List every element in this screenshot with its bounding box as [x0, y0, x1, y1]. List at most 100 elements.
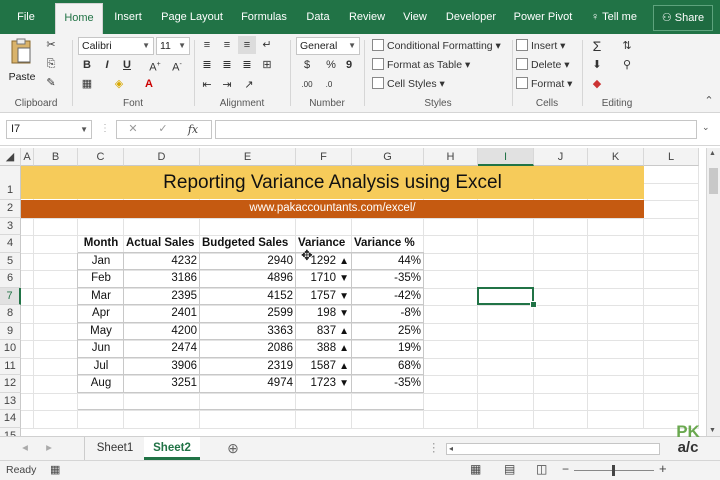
increase-indent-icon[interactable]: ⇥: [218, 76, 236, 94]
borders-icon[interactable]: ▦: [78, 75, 96, 93]
number-format-combo[interactable]: General ▼: [296, 37, 360, 55]
column-header-h[interactable]: H: [424, 148, 478, 166]
expand-formula-icon[interactable]: ⌄: [702, 122, 710, 133]
currency-button[interactable]: $: [298, 56, 316, 74]
tab-developer[interactable]: Developer: [442, 0, 500, 34]
budgeted-sales-cell[interactable]: 4974: [200, 375, 296, 393]
variance-pct-cell[interactable]: -35%: [352, 375, 424, 393]
actual-sales-cell[interactable]: 3906: [124, 358, 200, 376]
next-sheet-icon[interactable]: ▸: [40, 437, 58, 460]
active-cell-selection[interactable]: [477, 286, 534, 305]
row-header-1[interactable]: 1: [0, 166, 21, 200]
zoom-in-button[interactable]: +: [659, 461, 667, 476]
formula-input[interactable]: [215, 120, 697, 139]
month-cell[interactable]: Mar: [78, 288, 124, 306]
orientation-icon[interactable]: ↗: [240, 76, 258, 94]
variance-cell[interactable]: 1587 ▲: [296, 358, 352, 376]
tab-insert[interactable]: Insert: [108, 0, 148, 34]
paste-button[interactable]: Paste: [8, 38, 36, 90]
insert-cells-button[interactable]: Insert ▾: [516, 37, 565, 55]
row-header-8[interactable]: 8: [0, 305, 21, 323]
horizontal-scrollbar[interactable]: ◂: [446, 443, 660, 455]
column-header-f[interactable]: F: [296, 148, 352, 166]
normal-view-icon[interactable]: ▦: [470, 462, 481, 476]
actual-sales-cell[interactable]: 4200: [124, 323, 200, 341]
fill-icon[interactable]: ⬇: [588, 56, 606, 74]
font-size-combo[interactable]: 11 ▼: [156, 37, 190, 55]
tab-view[interactable]: View: [396, 0, 434, 34]
percent-button[interactable]: %: [322, 56, 340, 74]
increase-decimal-icon[interactable]: .00: [298, 76, 316, 94]
month-cell[interactable]: May: [78, 323, 124, 341]
align-middle-icon[interactable]: ≡: [218, 36, 236, 54]
tab-page-layout[interactable]: Page Layout: [158, 0, 226, 34]
variance-pct-cell[interactable]: -8%: [352, 305, 424, 323]
share-button[interactable]: ⚇ Share: [653, 5, 713, 31]
align-left-icon[interactable]: ≣: [198, 56, 216, 74]
row-header-12[interactable]: 12: [0, 375, 21, 393]
worksheet-grid[interactable]: ◢ A B C D E F G H I J K L 1 2 3 4 5 6 7 8 9 10 11 12 13 14 15 Repor…: [0, 148, 706, 436]
format-as-table-button[interactable]: Format as Table ▾: [372, 56, 470, 74]
delete-cells-button[interactable]: Delete ▾: [516, 56, 570, 74]
vertical-scrollbar[interactable]: ▲ ▼: [706, 148, 720, 436]
wrap-text-icon[interactable]: ↵: [258, 36, 276, 54]
variance-cell[interactable]: 1710 ▼: [296, 270, 352, 288]
tell-me-box[interactable]: ♀ Tell me: [586, 0, 642, 34]
decrease-decimal-icon[interactable]: .0: [320, 76, 338, 94]
find-select-icon[interactable]: ⚲: [618, 56, 636, 74]
sheet-tab-sheet2[interactable]: Sheet2: [144, 437, 200, 460]
scroll-thumb[interactable]: [709, 168, 718, 194]
table-header-cell[interactable]: Variance %: [352, 235, 424, 253]
row-header-5[interactable]: 5: [0, 252, 21, 270]
cut-icon[interactable]: ✂: [42, 36, 60, 54]
column-header-d[interactable]: D: [124, 148, 200, 166]
zoom-slider-thumb[interactable]: [612, 465, 615, 476]
underline-button[interactable]: U: [118, 56, 136, 74]
cancel-icon[interactable]: ✕: [121, 121, 145, 138]
tab-file[interactable]: File: [6, 0, 46, 34]
italic-button[interactable]: I: [98, 56, 116, 74]
row-header-3[interactable]: 3: [0, 217, 21, 235]
column-header-b[interactable]: B: [34, 148, 78, 166]
zoom-out-button[interactable]: −: [562, 462, 569, 476]
variance-cell[interactable]: 1723 ▼: [296, 375, 352, 393]
variance-pct-cell[interactable]: 19%: [352, 340, 424, 358]
budgeted-sales-cell[interactable]: 4896: [200, 270, 296, 288]
budgeted-sales-cell[interactable]: 3363: [200, 323, 296, 341]
actual-sales-cell[interactable]: 2401: [124, 305, 200, 323]
align-center-icon[interactable]: ≣: [218, 56, 236, 74]
tab-home[interactable]: Home: [55, 3, 103, 35]
column-header-c[interactable]: C: [78, 148, 124, 166]
row-header-14[interactable]: 14: [0, 410, 21, 428]
row-header-9[interactable]: 9: [0, 322, 21, 340]
month-cell[interactable]: Jul: [78, 358, 124, 376]
column-header-g[interactable]: G: [352, 148, 424, 166]
month-cell[interactable]: Feb: [78, 270, 124, 288]
column-header-e[interactable]: E: [200, 148, 296, 166]
font-name-combo[interactable]: Calibri ▼: [78, 37, 154, 55]
month-cell[interactable]: Jun: [78, 340, 124, 358]
row-header-11[interactable]: 11: [0, 357, 21, 375]
select-all-corner[interactable]: ◢: [0, 148, 21, 166]
merge-center-icon[interactable]: ⊞: [258, 56, 276, 74]
row-header-7[interactable]: 7: [0, 287, 21, 305]
align-right-icon[interactable]: ≣: [238, 56, 256, 74]
tab-power-pivot[interactable]: Power Pivot: [510, 0, 576, 34]
actual-sales-cell[interactable]: 4232: [124, 253, 200, 271]
budgeted-sales-cell[interactable]: 4152: [200, 288, 296, 306]
row-header-13[interactable]: 13: [0, 392, 21, 410]
month-cell[interactable]: Apr: [78, 305, 124, 323]
actual-sales-cell[interactable]: 3186: [124, 270, 200, 288]
month-cell[interactable]: Jan: [78, 253, 124, 271]
sheet-tab-sheet1[interactable]: Sheet1: [84, 437, 145, 460]
decrease-font-icon[interactable]: A-: [168, 56, 186, 74]
variance-pct-cell[interactable]: -35%: [352, 270, 424, 288]
cell-styles-button[interactable]: Cell Styles ▾: [372, 75, 445, 93]
row-header-4[interactable]: 4: [0, 235, 21, 253]
enter-icon[interactable]: ✓: [151, 121, 175, 138]
align-bottom-icon[interactable]: ≡: [238, 36, 256, 54]
table-header-cell[interactable]: Budgeted Sales: [200, 235, 296, 253]
clear-icon[interactable]: ◆: [588, 75, 606, 93]
variance-pct-cell[interactable]: 44%: [352, 253, 424, 271]
column-header-k[interactable]: K: [588, 148, 644, 166]
